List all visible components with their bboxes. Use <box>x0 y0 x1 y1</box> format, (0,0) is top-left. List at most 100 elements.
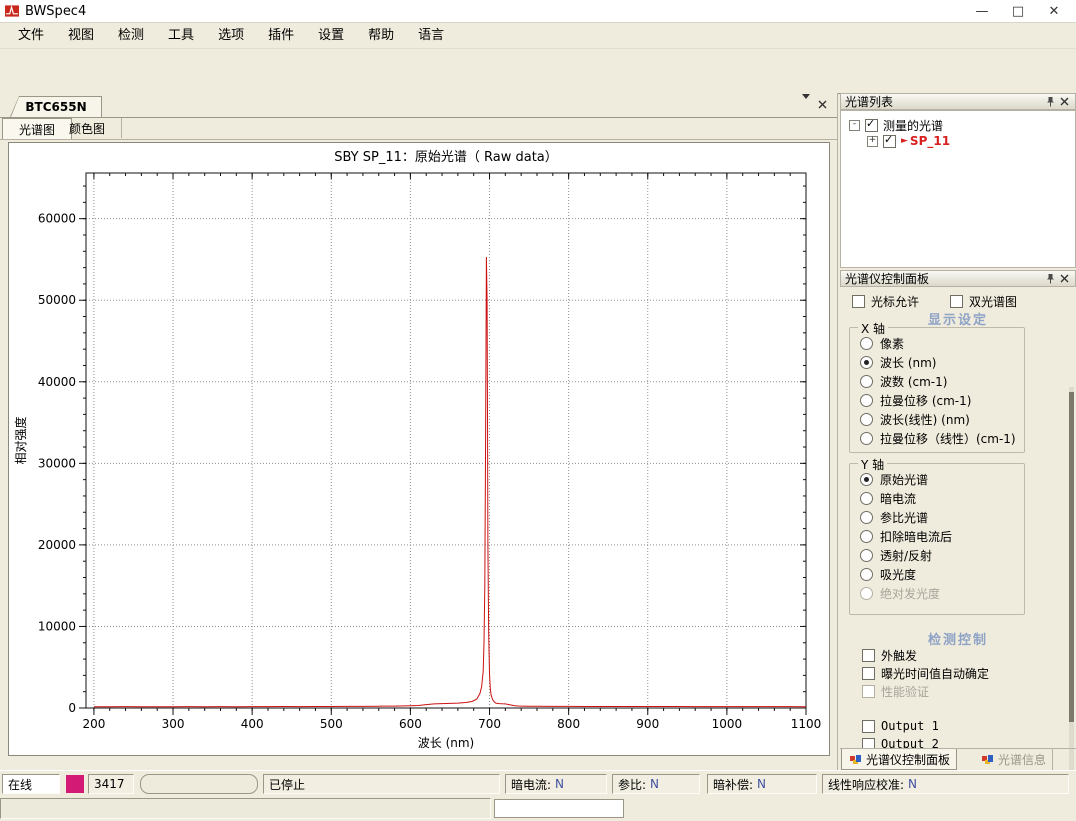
tree-item-label[interactable]: SP_11 <box>910 134 950 148</box>
dock-tab-strip: 光谱仪控制面板 光谱信息 <box>840 748 1076 771</box>
status-color-indicator <box>66 775 84 793</box>
spectrum-checkbox[interactable] <box>865 119 878 132</box>
radio-icon[interactable] <box>860 568 873 581</box>
pin-icon[interactable] <box>1043 272 1057 286</box>
radio-label: 原始光谱 <box>880 471 928 488</box>
radio-icon[interactable] <box>860 413 873 426</box>
maximize-button[interactable]: □ <box>1000 0 1036 22</box>
app-window: BWSpec4 — □ ✕ 文件 视图 检测 工具 选项 插件 设置 帮助 语言… <box>0 0 1076 821</box>
control-panel-header: 光谱仪控制面板 <box>840 270 1076 287</box>
tree-item-label[interactable]: 测量的光谱 <box>883 117 943 134</box>
close-button[interactable]: ✕ <box>1036 0 1072 22</box>
tab-btc655n[interactable]: BTC655N <box>10 96 102 117</box>
radio-icon[interactable] <box>860 530 873 543</box>
radio-icon[interactable] <box>860 473 873 486</box>
toolbar: Open Save Excel us <box>0 49 1076 94</box>
tree-item-measured-spectra[interactable]: - 测量的光谱 <box>849 117 943 134</box>
menu-language[interactable]: 语言 <box>406 23 456 49</box>
radio-icon <box>860 587 873 600</box>
radio-x-pixel[interactable]: 像素 <box>860 335 904 352</box>
checkbox-label: 曝光时间值自动确定 <box>881 665 989 682</box>
output1-checkbox[interactable]: Output 1 <box>862 719 939 733</box>
radio-label: 拉曼位移 (cm-1) <box>880 392 971 409</box>
radio-label: 绝对发光度 <box>880 585 940 602</box>
radio-icon[interactable] <box>860 394 873 407</box>
pin-icon[interactable] <box>1043 95 1057 109</box>
radio-x-wavenumber[interactable]: 波数 (cm-1) <box>860 373 947 390</box>
spectra-list-title: 光谱列表 <box>845 93 893 110</box>
radio-icon[interactable] <box>860 549 873 562</box>
tree-item-sp11[interactable]: + ► SP_11 <box>867 134 950 148</box>
svg-text:700: 700 <box>478 717 501 731</box>
scrollbar-thumb[interactable] <box>1069 392 1074 722</box>
radio-x-raman-linear[interactable]: 拉曼位移（线性）(cm-1) <box>860 430 1016 447</box>
expand-icon[interactable]: + <box>867 136 878 147</box>
close-panel-icon[interactable] <box>1057 95 1071 109</box>
radio-label: 暗电流 <box>880 490 916 507</box>
external-trigger-checkbox[interactable]: 外触发 <box>862 647 917 664</box>
svg-text:1000: 1000 <box>712 717 743 731</box>
tab-spectrum-info[interactable]: 光谱信息 <box>974 749 1053 770</box>
radio-icon[interactable] <box>860 375 873 388</box>
status-online: 在线 <box>2 774 60 794</box>
radio-y-absorbance[interactable]: 吸光度 <box>860 566 916 583</box>
checkbox-icon <box>862 685 875 698</box>
checkbox-icon[interactable] <box>862 667 875 680</box>
spectrum-checkbox[interactable] <box>883 135 896 148</box>
dual-spectrum-checkbox[interactable]: 双光谱图 <box>950 293 1017 310</box>
radio-x-wavelength[interactable]: 波长 (nm) <box>860 354 936 371</box>
checkbox-icon[interactable] <box>950 295 963 308</box>
menu-plugins[interactable]: 插件 <box>256 23 306 49</box>
radio-y-raw[interactable]: 原始光谱 <box>860 471 928 488</box>
checkbox-label: 光标允许 <box>871 293 919 310</box>
menu-help[interactable]: 帮助 <box>356 23 406 49</box>
checkbox-icon[interactable] <box>862 649 875 662</box>
tab-label: 颜色图 <box>69 120 105 137</box>
radio-label: 拉曼位移（线性）(cm-1) <box>880 430 1016 447</box>
checkbox-label: 外触发 <box>881 647 917 664</box>
x-axis-group: X 轴 像素 波长 (nm) 波数 (cm-1) 拉曼位移 (cm-1) 波长(… <box>849 327 1025 453</box>
radio-y-dark[interactable]: 暗电流 <box>860 490 916 507</box>
status-counter: 3417 <box>88 774 134 794</box>
panel-icon <box>848 752 862 766</box>
radio-x-wavelength-linear[interactable]: 波长(线性) (nm) <box>860 411 970 428</box>
checkbox-icon[interactable] <box>862 720 875 733</box>
menu-options[interactable]: 选项 <box>206 23 256 49</box>
radio-y-reference[interactable]: 参比光谱 <box>860 509 928 526</box>
radio-y-absolute-irradiance: 绝对发光度 <box>860 585 940 602</box>
checkbox-label: Output 1 <box>881 719 939 733</box>
status-dark-comp: 暗补偿:N <box>707 774 817 794</box>
tab-color-view[interactable]: 颜色图 <box>53 118 122 138</box>
radio-icon[interactable] <box>860 337 873 350</box>
menu-tools[interactable]: 工具 <box>156 23 206 49</box>
auto-exposure-checkbox[interactable]: 曝光时间值自动确定 <box>862 665 989 682</box>
svg-text:200: 200 <box>82 717 105 731</box>
radio-icon[interactable] <box>860 511 873 524</box>
checkbox-icon[interactable] <box>852 295 865 308</box>
tab-close-icon[interactable] <box>818 99 827 112</box>
radio-icon[interactable] <box>860 356 873 369</box>
menu-view[interactable]: 视图 <box>56 23 106 49</box>
status2-input <box>494 799 624 818</box>
tab-control-panel[interactable]: 光谱仪控制面板 <box>841 749 957 770</box>
cursor-enable-checkbox[interactable]: 光标允许 <box>852 293 919 310</box>
radio-icon[interactable] <box>860 492 873 505</box>
radio-y-dark-subtracted[interactable]: 扣除暗电流后 <box>860 528 952 545</box>
menu-file[interactable]: 文件 <box>6 23 56 49</box>
control-panel-body: 光标允许 双光谱图 显示设定 X 轴 像素 波长 (nm) 波数 (cm-1) … <box>840 287 1076 748</box>
menu-detect[interactable]: 检测 <box>106 23 156 49</box>
checkbox-label: 双光谱图 <box>969 293 1017 310</box>
spectra-tree: - 测量的光谱 + ► SP_11 <box>840 110 1076 268</box>
tab-list-dropdown-icon[interactable] <box>802 99 810 112</box>
minimize-button[interactable]: — <box>964 0 1000 22</box>
menu-settings[interactable]: 设置 <box>306 23 356 49</box>
status-bar-2 <box>0 796 1076 821</box>
radio-x-raman-shift[interactable]: 拉曼位移 (cm-1) <box>860 392 971 409</box>
collapse-icon[interactable]: - <box>849 120 860 131</box>
status-reference: 参比:N <box>612 774 700 794</box>
radio-y-transmission[interactable]: 透射/反射 <box>860 547 932 564</box>
radio-icon[interactable] <box>860 432 873 445</box>
close-panel-icon[interactable] <box>1057 272 1071 286</box>
status-state: 已停止 <box>263 774 500 794</box>
control-panel-title: 光谱仪控制面板 <box>845 270 929 287</box>
